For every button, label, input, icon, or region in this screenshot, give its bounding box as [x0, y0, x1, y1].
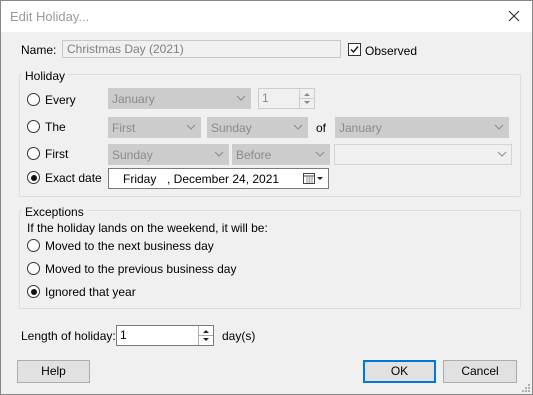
title-bar: Edit Holiday... [1, 1, 532, 32]
exception-next-business-day-radio[interactable] [27, 239, 40, 252]
exact-date-picker[interactable]: Friday , December 24, 2021 [108, 168, 329, 189]
length-value[interactable]: 1 [120, 328, 127, 342]
exceptions-group-title: Exceptions [22, 205, 87, 219]
chevron-down-icon [315, 151, 325, 157]
exact-date-label: Exact date [45, 171, 102, 185]
every-day-value: 1 [262, 91, 269, 105]
the-ordinal-value: First [112, 121, 136, 135]
every-month-select[interactable]: January [108, 88, 251, 109]
cancel-button[interactable]: Cancel [443, 360, 517, 383]
exception-ignored-radio[interactable] [27, 285, 40, 298]
first-label: First [45, 147, 69, 161]
chevron-down-icon [497, 151, 507, 157]
date-day-of-week[interactable]: Friday [123, 172, 156, 186]
calendar-icon[interactable] [303, 172, 325, 185]
first-weekday-select[interactable]: Sunday [108, 144, 229, 165]
first-target-select[interactable] [334, 144, 512, 165]
spin-arrows-icon [300, 93, 314, 104]
holiday-group-title: Holiday [22, 69, 69, 83]
length-label: Length of holiday: [21, 329, 116, 343]
exception-option-label: Moved to the next business day [45, 239, 214, 253]
chevron-down-icon [494, 124, 504, 130]
exceptions-prompt: If the holiday lands on the weekend, it … [27, 221, 268, 235]
the-weekday-select[interactable]: Sunday [207, 117, 308, 138]
resize-grip-icon[interactable] [521, 383, 531, 393]
chevron-down-icon [214, 151, 224, 157]
the-weekday-value: Sunday [211, 121, 252, 135]
ok-button[interactable]: OK [363, 360, 436, 383]
first-radio[interactable] [27, 147, 40, 160]
observed-label: Observed [365, 44, 418, 58]
every-radio[interactable] [27, 93, 40, 106]
of-label: of [316, 121, 327, 135]
date-value[interactable]: , December 24, 2021 [167, 172, 279, 186]
exception-option-label: Moved to the previous business day [45, 262, 237, 276]
every-label: Every [45, 93, 76, 107]
help-button[interactable]: Help [17, 360, 90, 383]
first-relation-select[interactable]: Before [232, 144, 330, 165]
close-icon[interactable] [506, 8, 522, 24]
the-ordinal-select[interactable]: First [108, 117, 201, 138]
chevron-down-icon [236, 95, 246, 101]
name-label: Name: [21, 43, 57, 57]
the-month-select[interactable]: January [335, 117, 509, 138]
exact-date-radio[interactable] [27, 171, 40, 184]
observed-checkbox[interactable] [348, 43, 361, 56]
the-month-value: January [339, 121, 382, 135]
chevron-down-icon [293, 124, 303, 130]
exception-option-label: Ignored that year [45, 285, 136, 299]
spin-arrows-icon [199, 330, 213, 341]
the-radio[interactable] [27, 120, 40, 133]
exception-previous-business-day-radio[interactable] [27, 262, 40, 275]
length-spin-buttons[interactable] [198, 326, 213, 345]
length-stepper[interactable]: 1 [116, 325, 214, 346]
first-relation-value: Before [236, 148, 272, 162]
length-unit: day(s) [222, 329, 256, 343]
the-label: The [45, 120, 66, 134]
dialog-title: Edit Holiday... [10, 9, 90, 24]
checkmark-icon [350, 46, 359, 54]
chevron-down-icon [186, 124, 196, 130]
every-month-value: January [112, 92, 155, 106]
every-day-spin-buttons[interactable] [299, 89, 314, 108]
edit-holiday-dialog: Edit Holiday... Name: Christmas Day (202… [0, 0, 533, 395]
name-field[interactable]: Christmas Day (2021) [62, 40, 341, 58]
first-weekday-value: Sunday [112, 148, 153, 162]
every-day-stepper[interactable]: 1 [258, 88, 315, 109]
